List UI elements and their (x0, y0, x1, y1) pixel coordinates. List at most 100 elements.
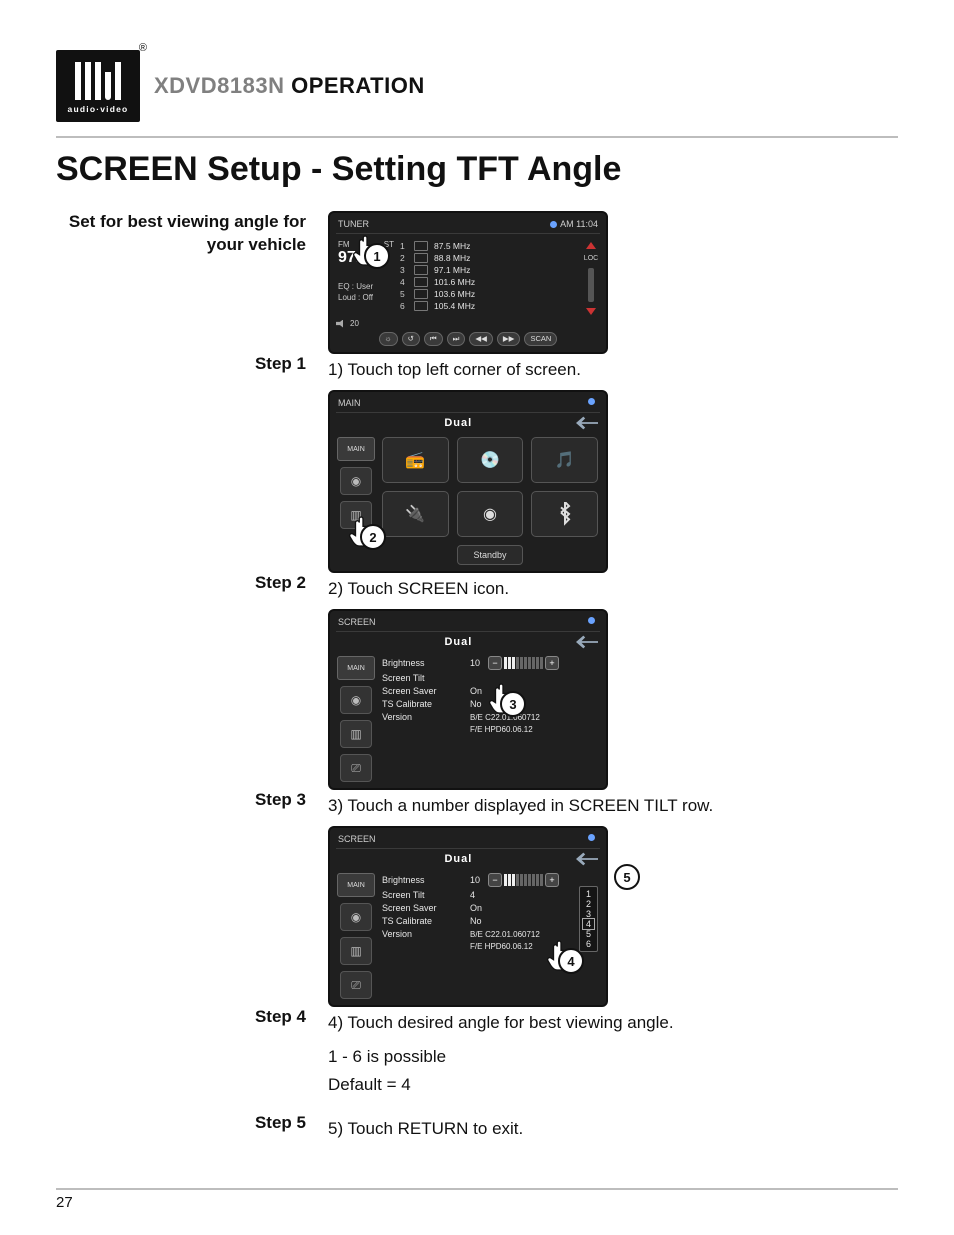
eq-label: EQ : User (338, 281, 394, 292)
logo-bars-icon (75, 62, 121, 100)
step4-note-range: 1 - 6 is possible (328, 1047, 898, 1067)
tuner-header: TUNER (338, 219, 369, 229)
calib-label: TS Calibrate (382, 916, 462, 926)
step4-label: Step 4 (56, 1007, 306, 1095)
loc-label: LOC (584, 255, 598, 262)
side-main-button: MAIN (337, 656, 375, 680)
step5-label: Step 5 (56, 1113, 306, 1149)
screen-header: SCREEN (338, 834, 376, 844)
volume-icon (336, 320, 346, 328)
version-label: Version (382, 929, 462, 939)
preset-list: 187.5 MHz 288.8 MHz 397.1 MHz 4101.6 MHz… (400, 240, 578, 315)
side-main-button: MAIN (337, 437, 375, 461)
brightness-slider: − + (488, 873, 559, 887)
step4-note-default: Default = 4 (328, 1075, 898, 1095)
callout-3: 3 (500, 691, 526, 717)
minus-icon: − (488, 656, 502, 670)
tile-camera-icon: ◉ (457, 491, 524, 537)
band-fm: FM (338, 240, 350, 249)
saver-label: Screen Saver (382, 903, 462, 913)
section-name: OPERATION (291, 73, 425, 98)
side-main-button: MAIN (337, 873, 375, 897)
registered-mark: ® (139, 42, 147, 54)
loud-label: Loud : Off (338, 292, 394, 303)
volume-value: 20 (350, 319, 359, 328)
step3-label: Step 3 (56, 790, 306, 1007)
return-arrow-icon (576, 635, 598, 649)
standby-button: Standby (457, 545, 524, 565)
screenshot-step4-screen: SCREEN Dual MAIN ◉ ▥ ⎚ Brightness (328, 826, 608, 1007)
callout-1: 1 (364, 243, 390, 269)
step5-caption: 5) Touch RETURN to exit. (328, 1119, 898, 1139)
step2-label: Step 2 (56, 573, 306, 790)
header-rule (56, 136, 898, 138)
screen-header: SCREEN (338, 617, 376, 627)
calib-value: No (470, 916, 482, 926)
clock: AM 11:04 (560, 219, 598, 229)
speaker-icon (414, 301, 428, 311)
tile-bluetooth-icon (531, 491, 598, 537)
page-number: 27 (56, 1188, 898, 1211)
side-screen-icon: ▥ (340, 720, 372, 748)
side-settings-icon: ⎚ (340, 754, 372, 782)
tile-disc-icon: 💿 (457, 437, 524, 483)
brightness-label: Brightness (382, 875, 462, 885)
version-label: Version (382, 712, 462, 722)
step2-caption: 2) Touch SCREEN icon. (328, 579, 898, 599)
callout-4: 4 (558, 948, 584, 974)
side-disc-icon: ◉ (340, 686, 372, 714)
transport-bar: ☼ ↺ ⏮ ⏭ ◀◀ ▶▶ SCAN (336, 332, 600, 346)
tune-down-icon (586, 308, 596, 315)
speaker-icon (414, 265, 428, 275)
calib-label: TS Calibrate (382, 699, 462, 709)
tilt-label: Screen Tilt (382, 673, 462, 683)
return-arrow-icon (576, 852, 598, 866)
tile-radio-icon: 📻 (382, 437, 449, 483)
plus-icon: + (545, 656, 559, 670)
screenshot-step3-screen: SCREEN Dual MAIN ◉ ▥ ⎚ Brightness (328, 609, 608, 790)
header-title: XDVD8183N OPERATION (154, 73, 425, 99)
side-disc-icon: ◉ (340, 467, 372, 495)
back-label (338, 418, 341, 428)
step4-caption: 4) Touch desired angle for best viewing … (328, 1013, 898, 1033)
side-settings-icon: ⎚ (340, 971, 372, 999)
brand-text: Dual (444, 636, 472, 648)
intro-text: Set for best viewing angle for your vehi… (56, 211, 306, 354)
logo-subtext: audio·video (68, 104, 129, 114)
tilt-options-popup: 1 2 3 4 5 6 (579, 886, 598, 952)
side-screen-icon: ▥ (340, 937, 372, 965)
side-disc-icon: ◉ (340, 903, 372, 931)
model-number: XDVD8183N (154, 73, 284, 98)
speaker-icon (414, 277, 428, 287)
saver-value: On (470, 903, 482, 913)
version-be: B/E C22.01.060712 (470, 930, 540, 939)
minus-icon: − (488, 873, 502, 887)
bluetooth-icon (550, 221, 557, 228)
tilt-label: Screen Tilt (382, 890, 462, 900)
screenshot-step1-tuner: TUNER AM 11:04 FM ST 97.Hz EQ : User Lou… (328, 211, 608, 354)
speaker-icon (414, 241, 428, 251)
speaker-icon (414, 253, 428, 263)
brand-text: Dual (444, 853, 472, 865)
main-header: MAIN (338, 398, 361, 408)
brightness-value: 10 (470, 875, 480, 885)
step3-caption: 3) Touch a number displayed in SCREEN TI… (328, 796, 898, 816)
plus-icon: + (545, 873, 559, 887)
bluetooth-icon (588, 617, 595, 624)
screenshot-step2-mainmenu: MAIN Dual MAIN ◉ ▥ 📻 💿 (328, 390, 608, 573)
bluetooth-icon (588, 398, 595, 405)
callout-5: 5 (614, 864, 640, 890)
brightness-label: Brightness (382, 658, 462, 668)
tile-ipod-icon: 🎵 (531, 437, 598, 483)
brightness-value: 10 (470, 658, 480, 668)
tilt-value: 4 (470, 890, 475, 900)
calib-value: No (470, 699, 482, 709)
saver-value: On (470, 686, 482, 696)
bluetooth-icon (588, 834, 595, 841)
version-fe: F/E HPD60.06.12 (470, 942, 533, 951)
step1-caption: 1) Touch top left corner of screen. (328, 360, 898, 380)
version-fe: F/E HPD60.06.12 (470, 725, 533, 734)
return-arrow-icon (576, 416, 598, 430)
step1-label: Step 1 (56, 354, 306, 573)
tune-up-icon (586, 242, 596, 249)
